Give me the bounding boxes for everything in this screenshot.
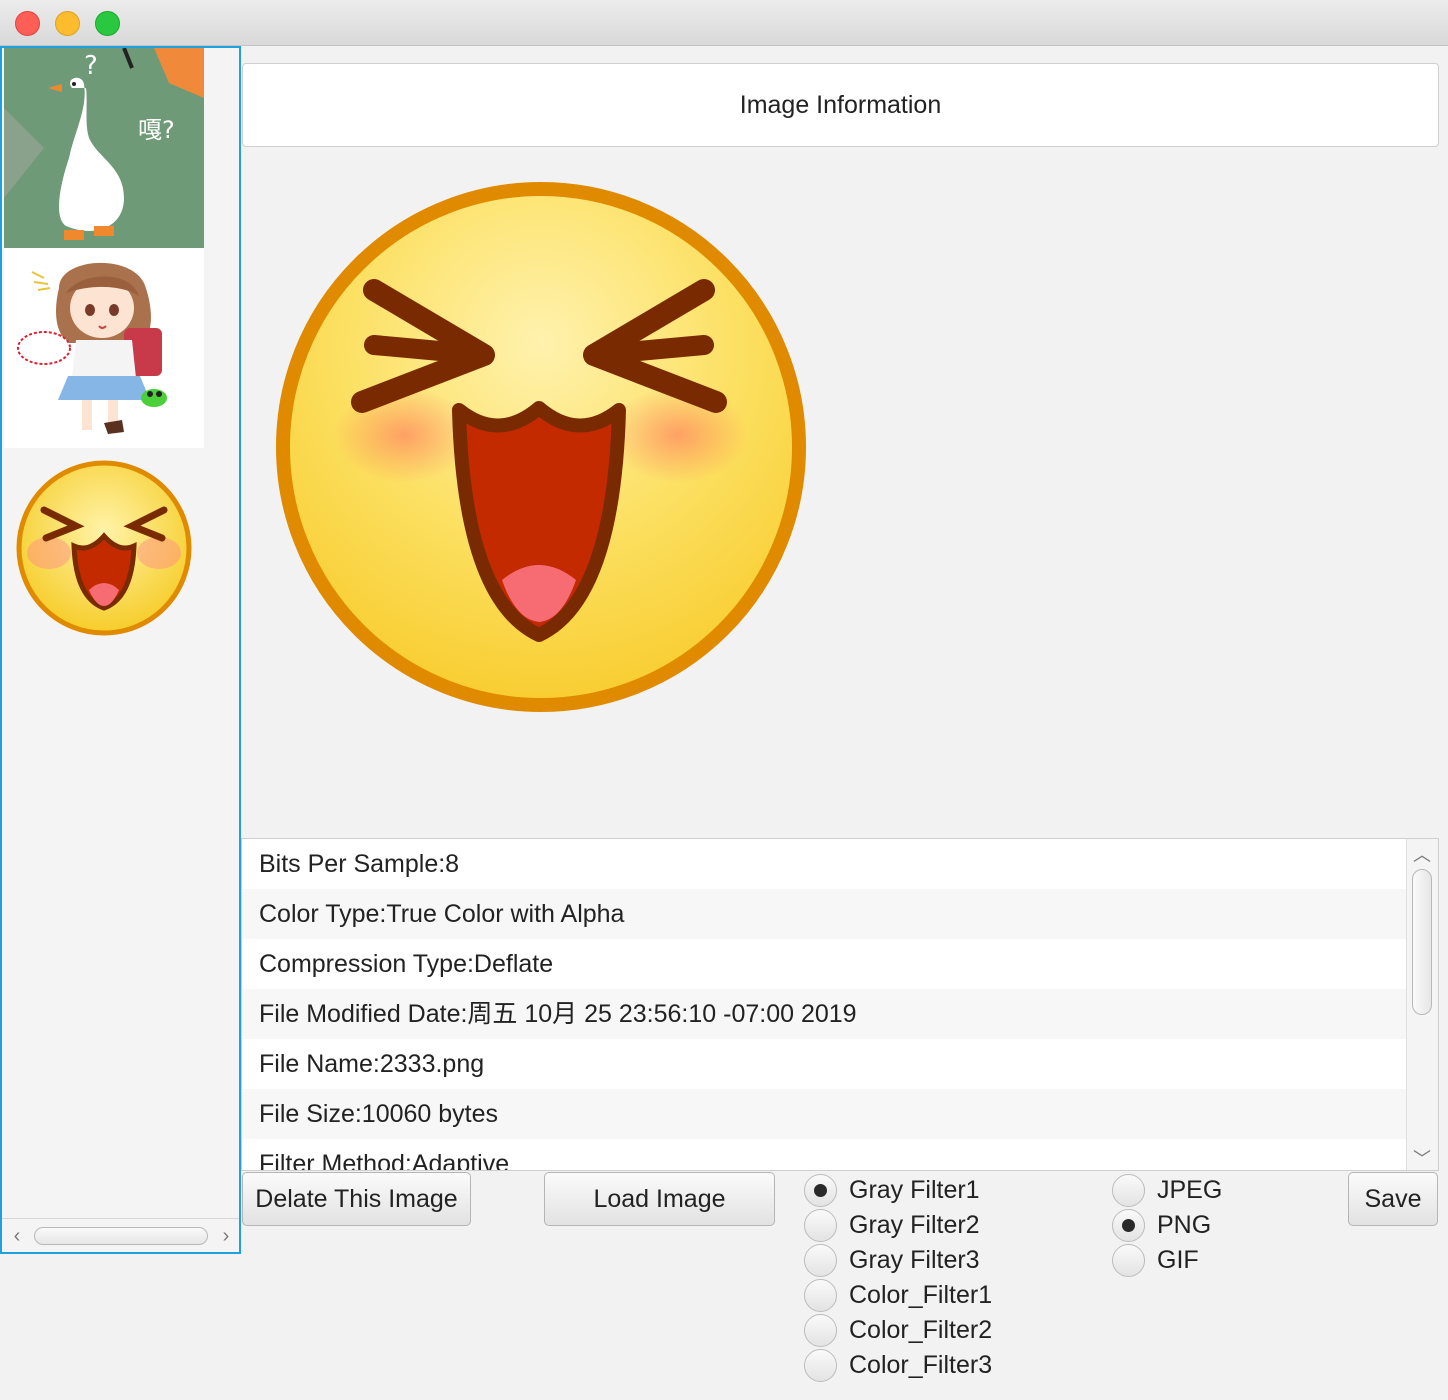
thumbnail-list[interactable]: ? 嘎? ‹ › bbox=[0, 46, 241, 1254]
radio-label: Gray Filter3 bbox=[849, 1245, 980, 1274]
window-minimize-button[interactable] bbox=[55, 11, 80, 36]
vertical-scroll-thumb[interactable] bbox=[1412, 869, 1432, 1015]
save-button[interactable]: Save bbox=[1348, 1172, 1438, 1226]
radio-label: PNG bbox=[1157, 1210, 1212, 1239]
property-row[interactable]: Color Type:True Color with Alpha bbox=[242, 889, 1406, 939]
properties-vertical-scrollbar[interactable]: ︿ ﹀ bbox=[1406, 839, 1438, 1170]
property-row[interactable]: Compression Type:Deflate bbox=[242, 939, 1406, 989]
radio-indicator[interactable] bbox=[1112, 1243, 1145, 1277]
goose-image: ? 嘎? bbox=[4, 48, 204, 248]
radio-label: Gray Filter1 bbox=[849, 1175, 980, 1204]
thumbnail-anime-girl[interactable] bbox=[4, 248, 204, 448]
image-information-header: Image Information bbox=[242, 63, 1439, 147]
radio-selected-indicator[interactable] bbox=[804, 1173, 837, 1207]
scroll-down-icon[interactable]: ﹀ bbox=[1413, 1145, 1431, 1170]
property-row[interactable]: File Name:2333.png bbox=[242, 1039, 1406, 1089]
radio-selected-indicator[interactable] bbox=[1112, 1208, 1145, 1242]
property-row[interactable]: File Modified Date:周五 10月 25 23:56:10 -0… bbox=[242, 989, 1406, 1039]
thumbnail-horizontal-scrollbar[interactable]: ‹ › bbox=[2, 1218, 239, 1252]
radio-label: Color_Filter3 bbox=[849, 1350, 993, 1379]
image-preview-laughing-emoji bbox=[276, 182, 806, 712]
scroll-right-icon[interactable]: › bbox=[217, 1225, 235, 1248]
property-row[interactable]: Filter Method:Adaptive bbox=[242, 1139, 1406, 1170]
radio-format-png[interactable]: PNG bbox=[1112, 1208, 1211, 1242]
radio-indicator[interactable] bbox=[804, 1348, 837, 1382]
radio-format-jpeg[interactable]: JPEG bbox=[1112, 1173, 1222, 1207]
image-properties-list[interactable]: Bits Per Sample:8 Color Type:True Color … bbox=[241, 838, 1439, 1171]
anime-girl-image bbox=[4, 248, 204, 448]
radio-indicator[interactable] bbox=[1112, 1173, 1145, 1207]
radio-indicator[interactable] bbox=[804, 1313, 837, 1347]
thumbnail-laughing-emoji[interactable] bbox=[4, 448, 204, 648]
radio-color-filter2[interactable]: Color_Filter2 bbox=[804, 1313, 992, 1347]
radio-format-gif[interactable]: GIF bbox=[1112, 1243, 1199, 1277]
radio-label: JPEG bbox=[1157, 1175, 1223, 1204]
goose-caption: 嘎? bbox=[138, 116, 175, 144]
goose-question-mark: ? bbox=[84, 51, 98, 81]
window-maximize-button[interactable] bbox=[95, 11, 120, 36]
radio-gray-filter2[interactable]: Gray Filter2 bbox=[804, 1208, 980, 1242]
thumbnail-goose[interactable]: ? 嘎? bbox=[4, 48, 204, 248]
header-title: Image Information bbox=[739, 90, 942, 119]
radio-indicator[interactable] bbox=[804, 1243, 837, 1277]
radio-label: GIF bbox=[1157, 1245, 1199, 1274]
properties-rows: Bits Per Sample:8 Color Type:True Color … bbox=[242, 839, 1438, 1170]
load-image-button[interactable]: Load Image bbox=[544, 1172, 775, 1226]
property-row[interactable]: File Size:10060 bytes bbox=[242, 1089, 1406, 1139]
radio-color-filter3[interactable]: Color_Filter3 bbox=[804, 1348, 992, 1382]
scroll-left-icon[interactable]: ‹ bbox=[8, 1225, 26, 1248]
delete-image-button[interactable]: Delate This Image bbox=[242, 1172, 471, 1226]
radio-indicator[interactable] bbox=[804, 1208, 837, 1242]
property-row[interactable]: Bits Per Sample:8 bbox=[242, 839, 1406, 889]
radio-indicator[interactable] bbox=[804, 1278, 837, 1312]
radio-color-filter1[interactable]: Color_Filter1 bbox=[804, 1278, 992, 1312]
radio-label: Gray Filter2 bbox=[849, 1210, 980, 1239]
radio-gray-filter1[interactable]: Gray Filter1 bbox=[804, 1173, 980, 1207]
radio-label: Color_Filter1 bbox=[849, 1280, 993, 1309]
laughing-emoji-thumb-image bbox=[4, 448, 204, 648]
window-close-button[interactable] bbox=[15, 11, 40, 36]
window-titlebar bbox=[0, 0, 1448, 46]
radio-label: Color_Filter2 bbox=[849, 1315, 993, 1344]
radio-gray-filter3[interactable]: Gray Filter3 bbox=[804, 1243, 980, 1277]
horizontal-scroll-thumb[interactable] bbox=[34, 1227, 208, 1245]
scroll-up-icon[interactable]: ︿ bbox=[1413, 841, 1431, 867]
